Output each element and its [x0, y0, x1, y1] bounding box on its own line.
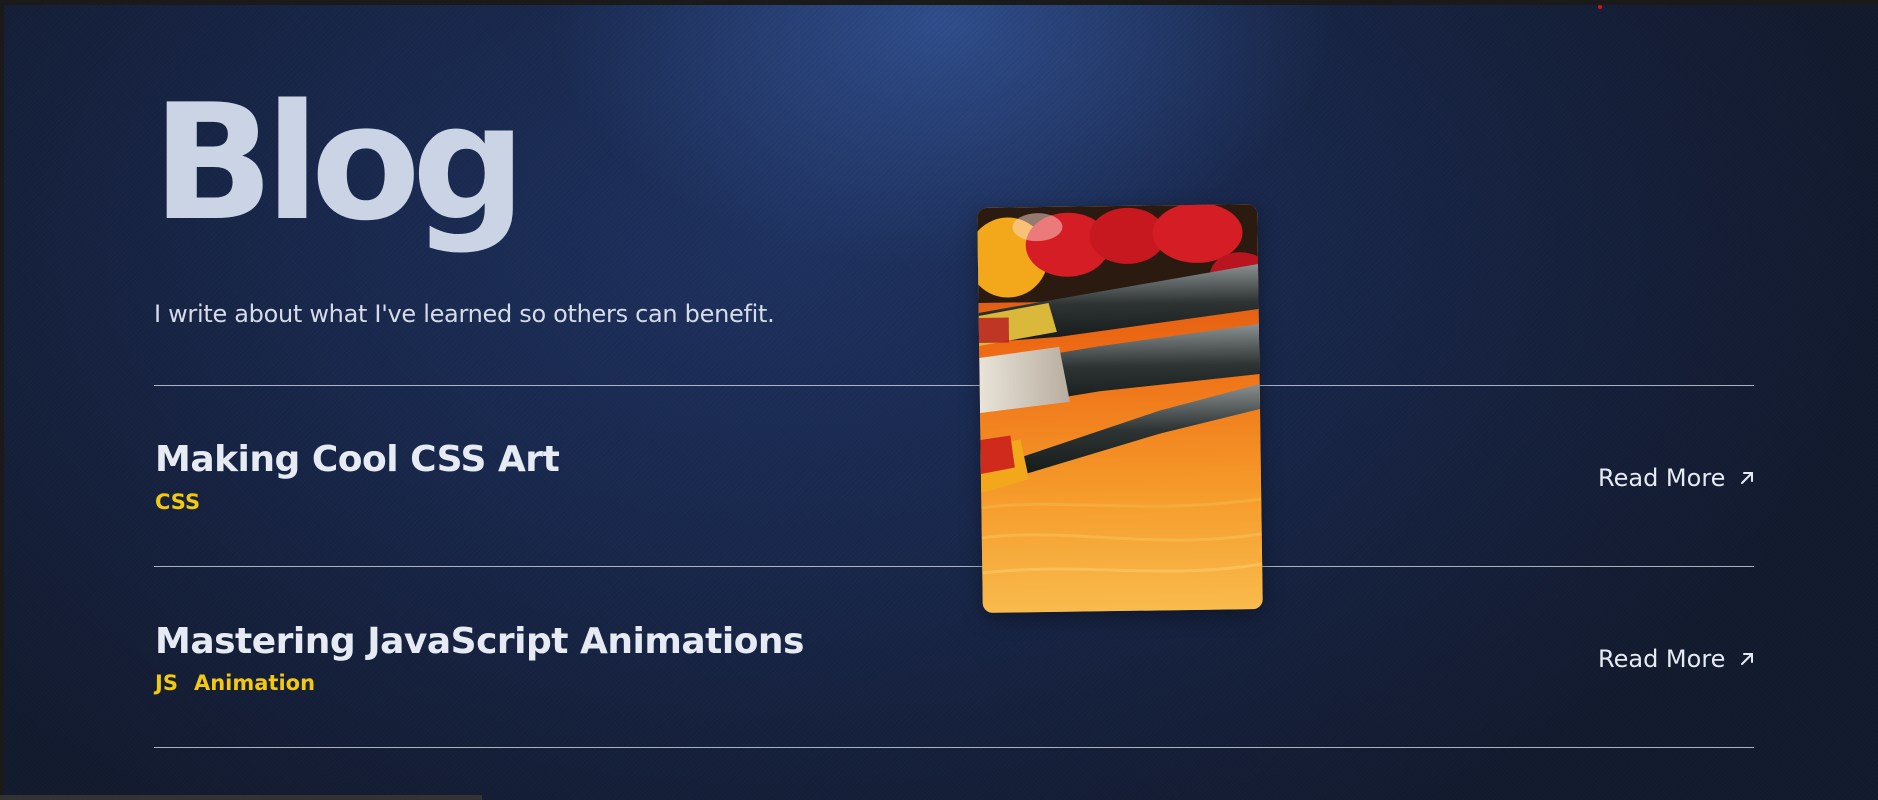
read-more-link[interactable]: Read More [1598, 645, 1755, 673]
read-more-label: Read More [1598, 645, 1726, 673]
divider [154, 385, 1754, 386]
post-preview-image [977, 204, 1263, 613]
blog-page: Blog I write about what I've learned so … [4, 5, 1878, 800]
page-subtitle: I write about what I've learned so other… [154, 300, 775, 328]
post-tags: CSS [155, 490, 200, 514]
divider [154, 747, 1754, 748]
tag[interactable]: JS [155, 671, 178, 695]
page-title: Blog [152, 69, 526, 256]
post-title[interactable]: Making Cool CSS Art [155, 439, 560, 480]
post-tags: JS Animation [155, 671, 315, 695]
cursor-dot [1598, 5, 1602, 9]
tag[interactable]: Animation [194, 671, 315, 695]
divider [154, 566, 1754, 567]
arrow-up-right-icon [1741, 653, 1754, 665]
tag[interactable]: CSS [155, 490, 200, 514]
read-more-link[interactable]: Read More [1598, 464, 1755, 492]
read-more-label: Read More [1598, 464, 1726, 492]
post-title[interactable]: Mastering JavaScript Animations [155, 621, 805, 662]
arrow-up-right-icon [1741, 472, 1754, 484]
paintbrush-image [977, 204, 1263, 613]
status-bar [0, 795, 482, 800]
